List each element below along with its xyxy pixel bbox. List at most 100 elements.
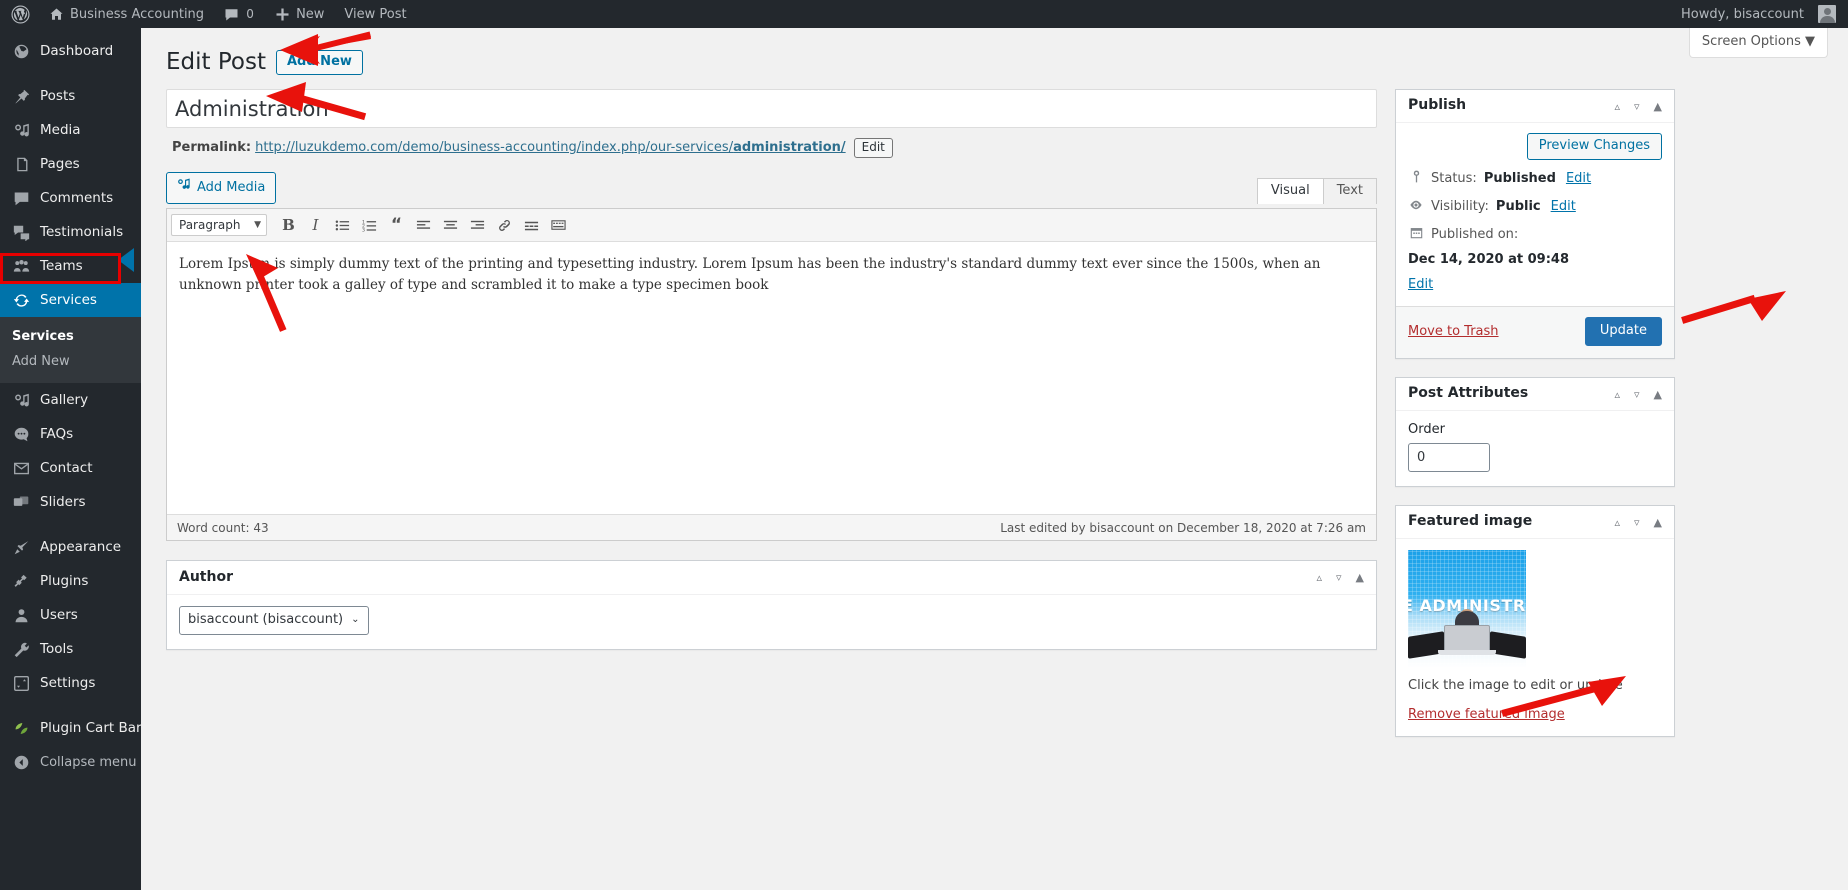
bold-icon[interactable]: B xyxy=(276,213,301,238)
visibility-row: Visibility: Public Edit xyxy=(1408,198,1662,216)
preview-row: Preview Changes xyxy=(1408,133,1662,160)
move-up-icon[interactable]: ▵ xyxy=(1614,101,1620,112)
author-metabox: Author ▵ ▿ ▲ bisaccount (bisaccount) ⌄ xyxy=(166,560,1377,650)
featured-image-body: E ADMINISTRATO Click the image to edit o… xyxy=(1396,539,1674,736)
users-icon xyxy=(11,605,31,625)
move-down-icon[interactable]: ▿ xyxy=(1336,572,1342,583)
paragraph-format-select[interactable]: Paragraph ▼ xyxy=(171,214,267,236)
admin-bar-right: Howdy, bisaccount xyxy=(1671,0,1848,28)
sidebar-item-label: Testimonials xyxy=(40,224,124,240)
sidebar-item-tools[interactable]: Tools xyxy=(0,632,141,666)
sidebar-item-gallery[interactable]: Gallery xyxy=(0,383,141,417)
post-title-input[interactable] xyxy=(166,89,1377,128)
post-body: Permalink: http://luzukdemo.com/demo/bus… xyxy=(166,89,1828,755)
toggle-panel-icon[interactable]: ▲ xyxy=(1356,572,1364,583)
italic-icon[interactable]: I xyxy=(303,213,328,238)
bulleted-list-icon[interactable] xyxy=(330,213,355,238)
read-more-icon[interactable] xyxy=(519,213,544,238)
my-account-menu[interactable]: Howdy, bisaccount xyxy=(1671,0,1840,28)
sidebar-item-sliders[interactable]: Sliders xyxy=(0,485,141,519)
add-media-icon xyxy=(176,177,191,198)
groups-icon xyxy=(11,256,31,276)
order-input[interactable] xyxy=(1408,443,1490,472)
edit-visibility-link[interactable]: Edit xyxy=(1551,198,1576,216)
update-button[interactable]: Update xyxy=(1584,317,1662,346)
wordpress-logo-menu[interactable] xyxy=(0,0,39,28)
collapse-menu-label: Collapse menu xyxy=(40,754,137,770)
sidebar-item-label: Comments xyxy=(40,190,114,206)
align-right-icon[interactable] xyxy=(465,213,490,238)
preview-changes-button[interactable]: Preview Changes xyxy=(1526,133,1662,160)
toggle-panel-icon[interactable]: ▲ xyxy=(1654,517,1662,528)
featured-image-thumbnail[interactable]: E ADMINISTRATO xyxy=(1408,550,1526,668)
sidebar-item-contact[interactable]: Contact xyxy=(0,451,141,485)
status-value: Published xyxy=(1483,171,1556,186)
blockquote-icon[interactable]: “ xyxy=(384,213,409,238)
cart-leaf-icon xyxy=(11,718,31,738)
move-to-trash-link[interactable]: Move to Trash xyxy=(1408,324,1499,339)
add-media-button[interactable]: Add Media xyxy=(166,172,277,204)
sidebar-item-posts[interactable]: Posts xyxy=(0,79,141,113)
update-icon xyxy=(11,290,31,310)
comments-menu[interactable]: 0 xyxy=(214,0,265,28)
author-select[interactable]: bisaccount (bisaccount) ⌄ xyxy=(179,606,369,635)
pin-status-icon xyxy=(1408,170,1424,183)
toggle-panel-icon[interactable]: ▲ xyxy=(1654,101,1662,112)
calendar-icon xyxy=(1408,226,1424,239)
editor-content-area[interactable]: Lorem Ipsum is simply dummy text of the … xyxy=(167,242,1376,514)
howdy-label: Howdy, bisaccount xyxy=(1681,6,1804,22)
sidebar-item-appearance[interactable]: Appearance xyxy=(0,530,141,564)
sidebar-item-services[interactable]: Services xyxy=(0,283,141,317)
submenu-item-add-new[interactable]: Add New xyxy=(0,349,141,374)
tab-text[interactable]: Text xyxy=(1322,178,1377,204)
new-content-menu[interactable]: New xyxy=(265,0,334,28)
last-edited-label: Last edited by bisaccount on December 18… xyxy=(1000,520,1366,535)
edit-permalink-button[interactable]: Edit xyxy=(853,138,893,158)
link-icon[interactable] xyxy=(492,213,517,238)
sidebar-item-plugins[interactable]: Plugins xyxy=(0,564,141,598)
collapse-menu-button[interactable]: Collapse menu xyxy=(0,745,141,779)
word-count-label: Word count: 43 xyxy=(177,520,269,535)
toolbar-toggle-icon[interactable] xyxy=(546,213,571,238)
align-center-icon[interactable] xyxy=(438,213,463,238)
laptop-center-shape xyxy=(1438,625,1496,656)
sidebar-item-settings[interactable]: Settings xyxy=(0,666,141,700)
sidebar-item-label: Teams xyxy=(40,258,83,274)
move-down-icon[interactable]: ▿ xyxy=(1634,517,1640,528)
chevron-down-icon: ⌄ xyxy=(351,614,360,625)
sidebar-item-comments[interactable]: Comments xyxy=(0,181,141,215)
submenu-item-services[interactable]: Services xyxy=(0,324,141,349)
screen-options-toggle[interactable]: Screen Options ▼ xyxy=(1688,28,1828,59)
move-down-icon[interactable]: ▿ xyxy=(1634,389,1640,400)
sidebar-item-users[interactable]: Users xyxy=(0,598,141,632)
sidebar-item-plugin-cart-bar[interactable]: Plugin Cart Bar xyxy=(0,711,142,745)
move-up-icon[interactable]: ▵ xyxy=(1614,517,1620,528)
sidebar-item-media[interactable]: Media xyxy=(0,113,141,147)
sidebar-item-dashboard[interactable]: Dashboard xyxy=(0,34,141,68)
permalink-label: Permalink: xyxy=(172,140,252,155)
sidebar-item-pages[interactable]: Pages xyxy=(0,147,141,181)
sidebar-item-faqs[interactable]: FAQs xyxy=(0,417,141,451)
sidebar-item-label: Sliders xyxy=(40,494,86,510)
tab-visual[interactable]: Visual xyxy=(1256,178,1324,204)
edit-status-link[interactable]: Edit xyxy=(1566,170,1591,188)
site-name-menu[interactable]: Business Accounting xyxy=(39,0,214,28)
move-up-icon[interactable]: ▵ xyxy=(1614,389,1620,400)
toggle-panel-icon[interactable]: ▲ xyxy=(1654,389,1662,400)
site-name-label: Business Accounting xyxy=(70,6,205,22)
numbered-list-icon[interactable]: 123 xyxy=(357,213,382,238)
sidebar-item-testimonials[interactable]: Testimonials xyxy=(0,215,141,249)
move-down-icon[interactable]: ▿ xyxy=(1634,101,1640,112)
permalink-link[interactable]: http://luzukdemo.com/demo/business-accou… xyxy=(255,137,846,159)
publish-metabox-title: Publish xyxy=(1408,97,1467,114)
publish-major-actions: Move to Trash Update xyxy=(1396,307,1674,358)
remove-featured-image-link[interactable]: Remove featured image xyxy=(1408,707,1662,722)
sidebar-item-label: Dashboard xyxy=(40,43,114,59)
add-new-button[interactable]: Add New xyxy=(275,50,363,75)
align-left-icon[interactable] xyxy=(411,213,436,238)
edit-published-date-link[interactable]: Edit xyxy=(1408,276,1662,294)
home-icon xyxy=(49,7,64,22)
move-up-icon[interactable]: ▵ xyxy=(1316,572,1322,583)
post-body-content: Permalink: http://luzukdemo.com/demo/bus… xyxy=(166,89,1377,670)
view-post-link[interactable]: View Post xyxy=(334,0,416,28)
